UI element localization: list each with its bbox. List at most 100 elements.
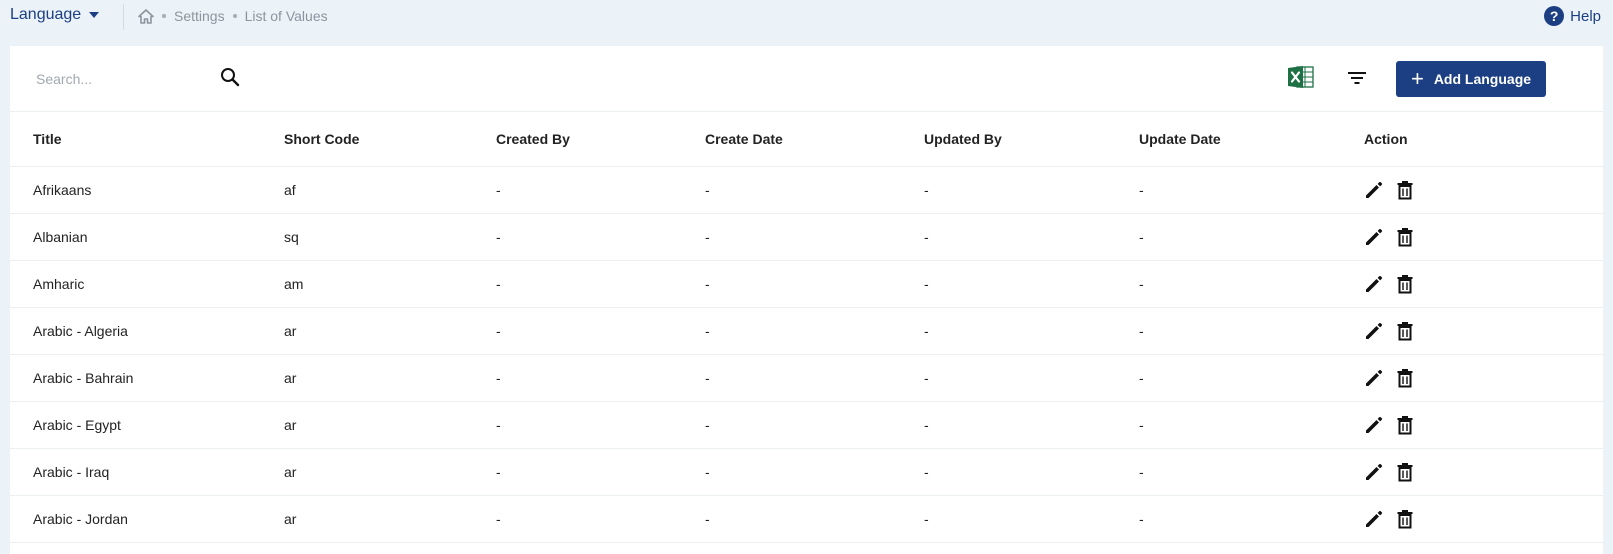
row-actions [1364, 415, 1603, 435]
cell-created-by: - [473, 448, 682, 496]
row-actions [1364, 462, 1603, 482]
column-header-update-date[interactable]: Update Date [1116, 112, 1341, 167]
edit-button[interactable] [1364, 180, 1384, 200]
cell-actions [1341, 354, 1603, 402]
row-actions [1364, 274, 1603, 294]
column-header-created-by[interactable]: Created By [473, 112, 682, 167]
cell-create-date: - [682, 448, 901, 496]
cell-actions [1341, 166, 1603, 214]
topbar-divider [123, 4, 124, 30]
cell-short-code: ar [261, 354, 473, 402]
trash-icon [1396, 462, 1414, 482]
cell-actions [1341, 448, 1603, 496]
edit-button[interactable] [1364, 509, 1384, 529]
trash-icon [1396, 509, 1414, 529]
pencil-icon [1364, 415, 1384, 435]
edit-button[interactable] [1364, 274, 1384, 294]
home-icon[interactable] [138, 8, 154, 24]
cell-title: Albanian [10, 213, 261, 261]
edit-button[interactable] [1364, 462, 1384, 482]
cell-created-by: - [473, 307, 682, 355]
cell-title: Afrikaans [10, 166, 261, 214]
pencil-icon [1364, 509, 1384, 529]
cell-short-code: ar [261, 401, 473, 449]
cell-created-by: - [473, 495, 682, 543]
add-language-button[interactable]: + Add Language [1396, 61, 1546, 97]
column-header-title[interactable]: Title [10, 112, 261, 167]
delete-button[interactable] [1396, 274, 1414, 294]
pencil-icon [1364, 368, 1384, 388]
cell-updated-by: - [901, 260, 1116, 308]
cell-short-code: ar [261, 495, 473, 543]
trash-icon [1396, 180, 1414, 200]
delete-button[interactable] [1396, 415, 1414, 435]
search-icon[interactable] [220, 67, 240, 87]
breadcrumb: Settings List of Values [138, 8, 328, 24]
table-row[interactable]: Arabic - Algeria ar - - - - [10, 307, 1603, 355]
language-dropdown-label: Language [10, 6, 82, 23]
table-row[interactable]: Albanian sq - - - - [10, 213, 1603, 261]
edit-button[interactable] [1364, 415, 1384, 435]
table-row[interactable]: Arabic - Iraq ar - - - - [10, 448, 1603, 496]
cell-update-date: - [1116, 495, 1341, 543]
delete-button[interactable] [1396, 227, 1414, 247]
cell-updated-by: - [901, 495, 1116, 543]
breadcrumb-list-of-values[interactable]: List of Values [245, 8, 328, 24]
help-label: Help [1570, 7, 1601, 25]
language-dropdown[interactable]: Language [10, 6, 100, 24]
cell-updated-by: - [901, 213, 1116, 261]
pencil-icon [1364, 462, 1384, 482]
cell-update-date: - [1116, 213, 1341, 261]
cell-short-code: af [261, 166, 473, 214]
delete-button[interactable] [1396, 462, 1414, 482]
pencil-icon [1364, 274, 1384, 294]
table-row[interactable]: Amharic am - - - - [10, 260, 1603, 308]
cell-update-date: - [1116, 448, 1341, 496]
cell-create-date: - [682, 166, 901, 214]
cell-short-code: sq [261, 213, 473, 261]
trash-icon [1396, 274, 1414, 294]
cell-create-date: - [682, 354, 901, 402]
edit-button[interactable] [1364, 368, 1384, 388]
column-header-create-date[interactable]: Create Date [682, 112, 901, 167]
cell-title: Amharic [10, 260, 261, 308]
row-actions [1364, 509, 1603, 529]
column-header-short-code[interactable]: Short Code [261, 112, 473, 167]
cell-update-date: - [1116, 401, 1341, 449]
cell-update-date: - [1116, 307, 1341, 355]
table-row[interactable]: Arabic - Jordan ar - - - - [10, 495, 1603, 543]
column-header-updated-by[interactable]: Updated By [901, 112, 1116, 167]
table-row[interactable]: Arabic - Egypt ar - - - - [10, 401, 1603, 449]
filter-icon[interactable] [1347, 70, 1367, 86]
trash-icon [1396, 321, 1414, 341]
cell-created-by: - [473, 166, 682, 214]
cell-create-date: - [682, 401, 901, 449]
delete-button[interactable] [1396, 368, 1414, 388]
cell-short-code: ar [261, 448, 473, 496]
cell-update-date: - [1116, 166, 1341, 214]
caret-down-icon [89, 12, 100, 18]
table-row[interactable]: Afrikaans af - - - - [10, 166, 1603, 214]
cell-updated-by: - [901, 166, 1116, 214]
pencil-icon [1364, 321, 1384, 341]
cell-title: Arabic - Algeria [10, 307, 261, 355]
breadcrumb-settings[interactable]: Settings [174, 8, 225, 24]
help-link[interactable]: ? Help [1544, 6, 1601, 26]
edit-button[interactable] [1364, 321, 1384, 341]
cell-create-date: - [682, 213, 901, 261]
delete-button[interactable] [1396, 180, 1414, 200]
top-bar: Language Settings List of Values ? Help [0, 0, 1613, 46]
cell-short-code: am [261, 260, 473, 308]
row-actions [1364, 368, 1603, 388]
table-row[interactable]: Arabic - Bahrain ar - - - - [10, 354, 1603, 402]
delete-button[interactable] [1396, 509, 1414, 529]
search-input[interactable] [34, 70, 198, 88]
cell-title: Arabic - Iraq [10, 448, 261, 496]
trash-icon [1396, 415, 1414, 435]
cell-short-code: ar [261, 307, 473, 355]
table-header-row: Title Short Code Created By Create Date … [10, 112, 1603, 167]
excel-export-icon[interactable] [1288, 65, 1314, 89]
cell-actions [1341, 401, 1603, 449]
delete-button[interactable] [1396, 321, 1414, 341]
edit-button[interactable] [1364, 227, 1384, 247]
